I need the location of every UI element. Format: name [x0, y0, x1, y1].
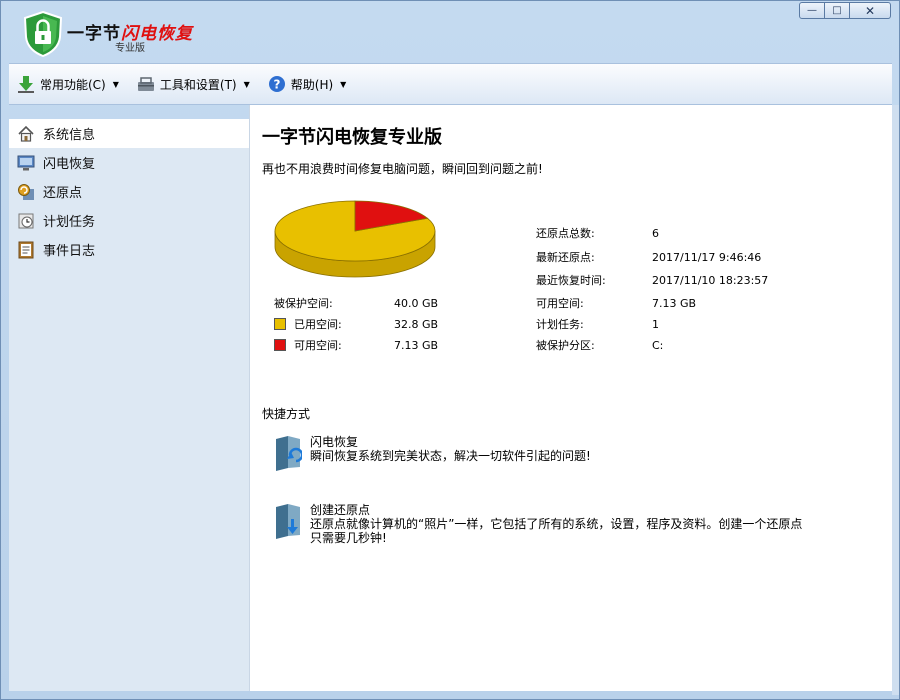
- stat-value: 1: [652, 317, 659, 331]
- chevron-down-icon: ▼: [243, 79, 250, 89]
- stat-label: 计划任务:: [536, 318, 584, 331]
- shield-lock-logo-icon: [23, 11, 63, 57]
- stat-value: 7.13 GB: [652, 296, 697, 310]
- disk-usage-pie: [274, 200, 436, 278]
- shortcut-flash-restore[interactable]: 闪电恢复 瞬间恢复系统到完美状态，解决一切软件引起的问题!: [274, 435, 810, 471]
- stat-value: 6: [652, 226, 659, 240]
- sidebar-item-label: 计划任务: [43, 215, 96, 230]
- shortcut-description: 还原点就像计算机的“照片”一样，它包括了所有的系统，设置，程序及资料。创建一个还…: [310, 517, 803, 545]
- protected-space-label: 被保护空间:: [274, 297, 333, 310]
- monitor-icon: [17, 155, 35, 170]
- stat-value: 2017/11/10 18:23:57: [652, 273, 769, 287]
- stat-row-latest-restore-point: 最新还原点: 2017/11/17 9:46:46: [536, 249, 761, 265]
- stat-row-scheduled-tasks: 计划任务: 1: [536, 316, 659, 332]
- stat-row-protected-partition: 被保护分区: C:: [536, 337, 663, 353]
- tools-icon: [137, 77, 154, 91]
- download-arrow-icon: [18, 76, 34, 93]
- page-subtitle: 再也不用浪费时间修复电脑问题，瞬间回到问题之前!: [262, 162, 543, 176]
- help-icon: ?: [268, 76, 285, 92]
- clock-icon: [18, 213, 34, 228]
- menu-toolbar: 常用功能(C) ▼ 工具和设置(T) ▼ ? 帮助(H) ▼: [9, 63, 892, 105]
- restore-point-icon: [18, 183, 34, 200]
- app-edition: 专业版: [115, 43, 145, 54]
- used-space-value: 32.8 GB: [394, 317, 439, 331]
- create-restore-point-shortcut-icon: [276, 504, 300, 539]
- used-space-label: 已用空间:: [294, 318, 342, 331]
- log-icon: [18, 241, 34, 258]
- sidebar-item-label: 闪电恢复: [43, 157, 96, 172]
- menu-common-functions[interactable]: 常用功能(C) ▼: [17, 75, 119, 93]
- close-button[interactable]: ✕: [849, 2, 891, 19]
- stat-label: 还原点总数:: [536, 227, 595, 240]
- free-space-row: 可用空间: 7.13 GB: [274, 337, 438, 353]
- menu-tools-settings-label: 工具和设置(T): [159, 77, 237, 92]
- sidebar-item-label: 系统信息: [43, 128, 96, 143]
- svg-text:?: ?: [273, 78, 280, 92]
- page-title: 一字节闪电恢复专业版: [262, 127, 442, 148]
- chevron-down-icon: ▼: [112, 79, 119, 89]
- stat-label: 被保护分区:: [536, 339, 595, 352]
- window-right-edge: [892, 105, 899, 695]
- free-space-label: 可用空间:: [294, 339, 342, 352]
- menu-common-functions-label: 常用功能(C): [40, 77, 106, 92]
- shortcut-text: 闪电恢复 瞬间恢复系统到完美状态，解决一切软件引起的问题!: [310, 435, 810, 471]
- sidebar-item-restore-point[interactable]: 还原点: [9, 177, 249, 206]
- main-panel: 一字节闪电恢复专业版 再也不用浪费时间修复电脑问题，瞬间回到问题之前! 被保护空…: [249, 105, 892, 691]
- sidebar-item-flash-restore[interactable]: 闪电恢复: [9, 148, 249, 177]
- sidebar-item-label: 还原点: [43, 186, 83, 201]
- window-controls: — □ ✕: [799, 2, 891, 19]
- stat-row-restore-count: 还原点总数: 6: [536, 225, 659, 241]
- sidebar-nav: 系统信息 闪电恢复 还原点 计划任务 事件日志: [9, 119, 249, 691]
- menu-help-label: 帮助(H): [290, 77, 334, 92]
- minimize-button[interactable]: —: [799, 2, 825, 19]
- stat-label: 最新还原点:: [536, 251, 595, 264]
- shortcut-title[interactable]: 闪电恢复: [310, 435, 810, 449]
- sidebar-item-label: 事件日志: [43, 244, 96, 259]
- protected-space-value: 40.0 GB: [394, 296, 439, 310]
- free-space-legend-swatch: [274, 339, 286, 351]
- chevron-down-icon: ▼: [340, 79, 347, 89]
- used-space-row: 已用空间: 32.8 GB: [274, 316, 438, 332]
- stat-label: 最近恢复时间:: [536, 274, 606, 287]
- shortcut-description: 瞬间恢复系统到完美状态，解决一切软件引起的问题!: [310, 449, 591, 463]
- stat-row-available-space: 可用空间: 7.13 GB: [536, 295, 696, 311]
- stat-row-last-restore-time: 最近恢复时间: 2017/11/10 18:23:57: [536, 272, 768, 288]
- menu-help[interactable]: ? 帮助(H) ▼: [268, 75, 347, 93]
- title-bar: 一字节闪电恢复 专业版 — □ ✕: [1, 1, 899, 63]
- stat-value: C:: [652, 338, 664, 352]
- used-space-legend-swatch: [274, 318, 286, 330]
- shortcut-text: 创建还原点 还原点就像计算机的“照片”一样，它包括了所有的系统，设置，程序及资料…: [310, 503, 810, 545]
- shortcut-title[interactable]: 创建还原点: [310, 503, 810, 517]
- sidebar-item-scheduled-tasks[interactable]: 计划任务: [9, 206, 249, 235]
- maximize-button[interactable]: □: [824, 2, 850, 19]
- stat-value: 2017/11/17 9:46:46: [652, 250, 762, 264]
- app-window: 一字节闪电恢复 专业版 — □ ✕ 常用功能(C) ▼ 工具和设置(T) ▼ ?…: [0, 0, 900, 700]
- stat-label: 可用空间:: [536, 297, 584, 310]
- sidebar-item-event-log[interactable]: 事件日志: [9, 235, 249, 264]
- free-space-value: 7.13 GB: [394, 338, 439, 352]
- protected-space-row: 被保护空间: 40.0 GB: [274, 295, 438, 311]
- sidebar-item-system-info[interactable]: 系统信息: [9, 119, 249, 148]
- shortcuts-heading: 快捷方式: [262, 407, 311, 421]
- home-icon: [18, 125, 34, 142]
- flash-restore-shortcut-icon: [276, 436, 302, 471]
- shortcut-create-restore-point[interactable]: 创建还原点 还原点就像计算机的“照片”一样，它包括了所有的系统，设置，程序及资料…: [274, 503, 810, 545]
- menu-tools-settings[interactable]: 工具和设置(T) ▼: [137, 75, 250, 93]
